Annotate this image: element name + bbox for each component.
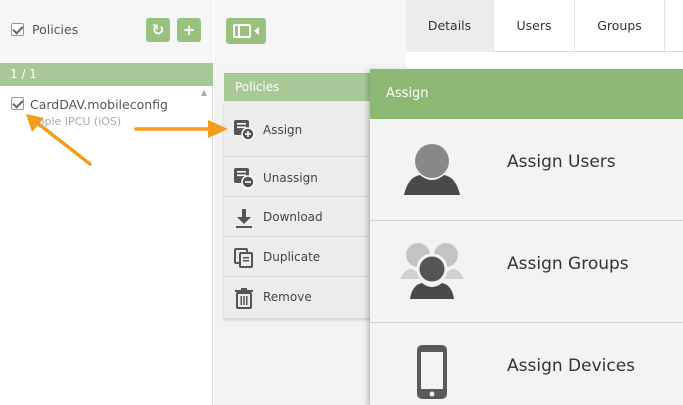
annotation-arrow-icon	[26, 114, 92, 166]
scroll-up-icon[interactable]: ▲	[201, 88, 207, 97]
policy-name[interactable]: CardDAV.mobileconfig	[30, 97, 168, 112]
tab-groups[interactable]: Groups	[575, 0, 665, 52]
assign-dialog: Assign Assign Users Assign Groups Assign…	[370, 69, 683, 405]
download-icon	[236, 209, 252, 228]
detail-tabs: Details Users Groups	[406, 0, 683, 52]
phone-icon	[417, 345, 447, 399]
policy-list-header: Policies ↻ +	[0, 0, 213, 63]
group-icon	[400, 243, 464, 299]
assign-dialog-header: Assign	[370, 69, 683, 119]
action-toolbar	[214, 0, 406, 63]
assign-option-label: Assign Users	[507, 152, 616, 172]
assign-users-option[interactable]: Assign Users	[370, 119, 683, 221]
annotation-arrow-icon	[134, 120, 228, 138]
sidebar-icon	[233, 24, 251, 38]
policy-checkbox[interactable]	[11, 97, 24, 110]
menu-item-label: Assign	[263, 123, 303, 137]
menu-item-label: Duplicate	[263, 250, 321, 264]
trash-icon	[235, 288, 253, 309]
collapse-left-icon	[254, 27, 259, 35]
menu-item-label: Download	[263, 210, 323, 224]
sidebar-toggle-button[interactable]	[226, 18, 266, 44]
refresh-button[interactable]: ↻	[146, 18, 170, 42]
assign-dialog-title: Assign	[386, 86, 429, 101]
duplicate-icon	[234, 248, 253, 268]
add-policy-button[interactable]: +	[177, 18, 201, 42]
menu-item-label: Unassign	[263, 171, 318, 185]
plus-icon: +	[182, 21, 196, 39]
policy-list-title: Policies	[32, 22, 79, 37]
unassign-icon	[234, 168, 255, 189]
assign-option-label: Assign Groups	[507, 254, 629, 274]
assign-icon	[234, 120, 255, 141]
tab-details[interactable]: Details	[406, 0, 494, 52]
tab-users[interactable]: Users	[494, 0, 575, 52]
assign-devices-option[interactable]: Assign Devices	[370, 323, 683, 405]
user-icon	[404, 144, 460, 195]
result-count: 1 / 1	[10, 67, 37, 81]
select-all-checkbox[interactable]	[11, 23, 24, 36]
refresh-icon: ↻	[151, 21, 165, 39]
menu-item-label: Remove	[263, 290, 312, 304]
assign-groups-option[interactable]: Assign Groups	[370, 221, 683, 323]
result-count-bar: 1 / 1	[0, 63, 213, 86]
assign-option-label: Assign Devices	[507, 356, 636, 376]
policy-list-panel: Policies ↻ + 1 / 1 ▲ CardDAV.mobileconfi…	[0, 0, 213, 405]
